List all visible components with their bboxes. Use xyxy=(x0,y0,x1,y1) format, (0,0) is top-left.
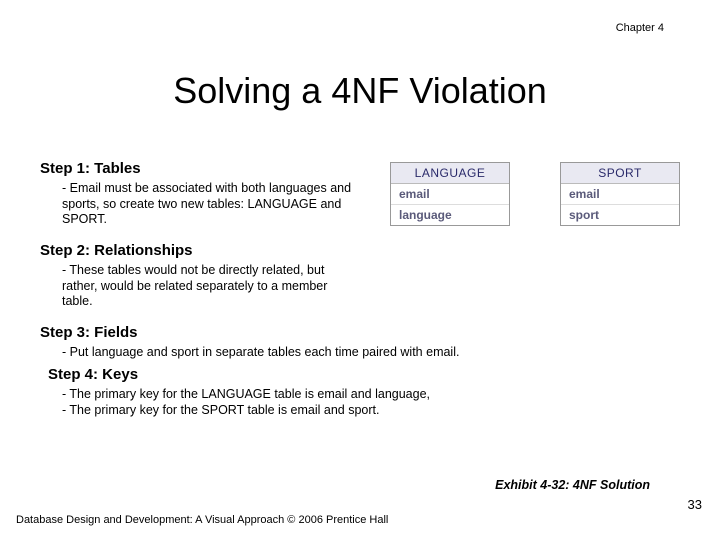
language-table-row: email xyxy=(391,184,509,205)
language-table-row: language xyxy=(391,205,509,225)
step3-body: - Put language and sport in separate tab… xyxy=(62,345,522,361)
step2-heading: Step 2: Relationships xyxy=(40,242,680,259)
sport-table: SPORT email sport xyxy=(560,162,680,226)
step4-line1: - The primary key for the LANGUAGE table… xyxy=(62,387,522,403)
chapter-label: Chapter 4 xyxy=(616,22,664,34)
language-table: LANGUAGE email language xyxy=(390,162,510,226)
slide-title: Solving a 4NF Violation xyxy=(0,70,720,112)
exhibit-label: Exhibit 4-32: 4NF Solution xyxy=(495,478,650,492)
slide: Chapter 4 Solving a 4NF Violation Step 1… xyxy=(0,0,720,540)
sport-table-header: SPORT xyxy=(561,163,679,184)
language-table-header: LANGUAGE xyxy=(391,163,509,184)
step2-body: - These tables would not be directly rel… xyxy=(62,263,352,310)
sport-table-row: sport xyxy=(561,205,679,225)
page-number: 33 xyxy=(688,497,702,512)
step3-heading: Step 3: Fields xyxy=(40,324,680,341)
tables-wrap: LANGUAGE email language SPORT email spor… xyxy=(390,162,680,226)
step4-heading: Step 4: Keys xyxy=(48,366,680,383)
step1-body: - Email must be associated with both lan… xyxy=(62,181,352,228)
step4-line2: - The primary key for the SPORT table is… xyxy=(62,403,522,419)
footer-left: Database Design and Development: A Visua… xyxy=(16,514,388,526)
sport-table-row: email xyxy=(561,184,679,205)
